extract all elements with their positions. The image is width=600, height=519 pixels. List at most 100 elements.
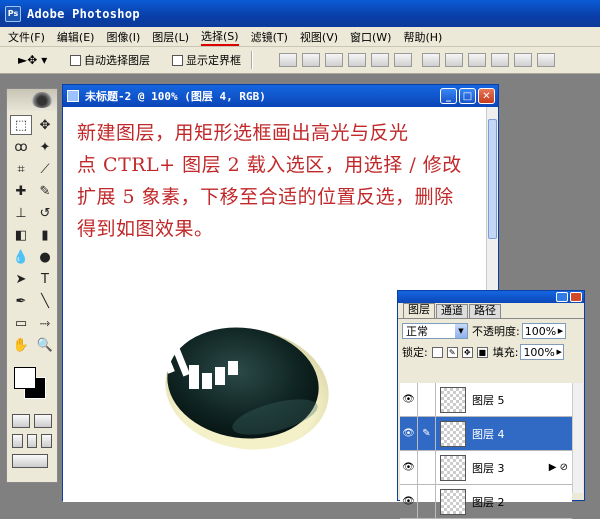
layer-row[interactable]: 👁 图层 2 bbox=[400, 484, 572, 519]
menu-window[interactable]: 窗口(W) bbox=[350, 29, 391, 45]
eye-visibility-icon[interactable]: 👁 bbox=[400, 484, 418, 519]
jump-to-imageready-icon[interactable] bbox=[12, 454, 48, 468]
eye-visibility-icon[interactable]: 👁 bbox=[400, 382, 418, 417]
path-select-icon[interactable]: ➤ bbox=[10, 269, 32, 289]
gradient-tool-icon[interactable]: ▮ bbox=[34, 225, 56, 245]
screen-mode-standard-icon[interactable] bbox=[12, 434, 23, 448]
align-left-icon[interactable] bbox=[348, 53, 366, 67]
screen-mode-full-icon[interactable] bbox=[41, 434, 53, 448]
layers-panel-title-bar[interactable] bbox=[398, 291, 584, 303]
minimize-button[interactable]: _ bbox=[440, 88, 457, 104]
eye-logo-icon bbox=[31, 92, 53, 108]
menu-select[interactable]: 选择(S) bbox=[201, 28, 239, 46]
distribute-vcenter-icon[interactable] bbox=[445, 53, 463, 67]
menu-help[interactable]: 帮助(H) bbox=[403, 29, 442, 45]
blur-tool-icon[interactable]: 💧 bbox=[10, 247, 32, 267]
lock-transparency-icon[interactable] bbox=[431, 346, 443, 358]
scrollbar-thumb[interactable] bbox=[488, 119, 497, 239]
eraser-tool-icon[interactable]: ◧ bbox=[10, 225, 32, 245]
link-slot[interactable] bbox=[418, 382, 436, 417]
instruction-line-1: 新建图层，用矩形选框画出高光与反光 bbox=[77, 122, 409, 144]
quick-mask-icon[interactable] bbox=[34, 414, 52, 428]
type-tool-icon[interactable]: T bbox=[34, 269, 56, 289]
toolbox-header[interactable] bbox=[7, 89, 57, 111]
layer-row[interactable]: 👁 ✎ 图层 4 bbox=[400, 416, 572, 451]
layer-thumbnail bbox=[440, 488, 466, 515]
opacity-label: 不透明度: bbox=[472, 325, 520, 338]
lock-brush-icon[interactable]: ✎ bbox=[446, 346, 458, 358]
move-tool-icon[interactable]: ✥ bbox=[34, 115, 56, 135]
color-swatches bbox=[10, 363, 54, 407]
blend-mode-value: 正常 bbox=[406, 325, 428, 338]
menu-edit[interactable]: 编辑(E) bbox=[57, 29, 95, 45]
document-title-bar[interactable]: 未标题-2 @ 100% (图层 4, RGB) bbox=[63, 85, 498, 107]
pen-tool-icon[interactable]: ✒ bbox=[10, 291, 32, 311]
marquee-tool-icon[interactable]: ⬚ bbox=[10, 115, 32, 135]
distribute-buttons bbox=[422, 53, 555, 67]
clone-stamp-icon[interactable]: ⊥ bbox=[10, 203, 32, 223]
screen-modes bbox=[7, 431, 57, 451]
standard-mode-icon[interactable] bbox=[12, 414, 30, 428]
slice-tool-icon[interactable]: ⟋ bbox=[34, 159, 56, 179]
align-hcenter-icon[interactable] bbox=[371, 53, 389, 67]
crop-tool-icon[interactable]: ⌗ bbox=[10, 159, 32, 179]
lasso-tool-icon[interactable]: ꝏ bbox=[10, 137, 32, 157]
close-button[interactable] bbox=[570, 292, 582, 302]
distribute-bottom-icon[interactable] bbox=[468, 53, 486, 67]
link-slot[interactable] bbox=[418, 484, 436, 519]
distribute-hcenter-icon[interactable] bbox=[514, 53, 532, 67]
close-button[interactable]: ✕ bbox=[478, 88, 495, 104]
distribute-left-icon[interactable] bbox=[491, 53, 509, 67]
distribute-right-icon[interactable] bbox=[537, 53, 555, 67]
align-right-icon[interactable] bbox=[394, 53, 412, 67]
lock-row: 锁定: ✎ ✥ ■ 填充: 100% ▶ bbox=[398, 343, 584, 361]
eye-visibility-icon[interactable]: 👁 bbox=[400, 450, 418, 485]
tab-layers[interactable]: 图层 bbox=[403, 303, 435, 318]
layer-effects-icon[interactable]: ▶ ⊘ bbox=[549, 462, 568, 473]
brush-icon[interactable]: ✎ bbox=[418, 416, 436, 451]
notes-tool-icon[interactable]: ▭ bbox=[10, 313, 32, 333]
menu-image[interactable]: 图像(I) bbox=[106, 29, 140, 45]
chevron-right-icon: ▶ bbox=[556, 348, 562, 356]
align-vcenter-icon[interactable] bbox=[302, 53, 320, 67]
dodge-tool-icon[interactable]: ● bbox=[34, 247, 56, 267]
hand-tool-icon[interactable]: ✋ bbox=[10, 335, 32, 355]
history-brush-icon[interactable]: ↺ bbox=[34, 203, 56, 223]
layers-scrollbar[interactable] bbox=[572, 383, 583, 493]
instruction-line-2: 点 CTRL+ 图层 2 载入选区，用选择 / 修改 bbox=[77, 154, 462, 176]
align-top-icon[interactable] bbox=[279, 53, 297, 67]
auto-select-checkbox[interactable]: 自动选择图层 bbox=[70, 52, 150, 68]
eyedropper-icon[interactable]: ⤑ bbox=[34, 313, 56, 333]
opacity-field[interactable]: 100% ▶ bbox=[521, 323, 566, 339]
tab-paths[interactable]: 路径 bbox=[469, 304, 501, 318]
link-slot[interactable] bbox=[418, 450, 436, 485]
tab-channels[interactable]: 通道 bbox=[436, 304, 468, 318]
layer-name: 图层 3 bbox=[472, 461, 505, 475]
menu-view[interactable]: 视图(V) bbox=[300, 29, 338, 45]
layer-row[interactable]: 👁 图层 5 bbox=[400, 382, 572, 417]
screen-mode-menu-icon[interactable] bbox=[26, 434, 38, 448]
menu-file[interactable]: 文件(F) bbox=[8, 29, 45, 45]
layer-row[interactable]: 👁 图层 3 ▶ ⊘ bbox=[400, 450, 572, 485]
show-bounds-checkbox[interactable]: 显示定界框 bbox=[172, 52, 241, 68]
fill-field[interactable]: 100% ▶ bbox=[520, 344, 565, 360]
healing-brush-icon[interactable]: ✚ bbox=[10, 181, 32, 201]
lock-move-icon[interactable]: ✥ bbox=[461, 346, 473, 358]
menu-layer[interactable]: 图层(L) bbox=[152, 29, 189, 45]
eye-visibility-icon[interactable]: 👁 bbox=[400, 416, 418, 451]
line-tool-icon[interactable]: ╲ bbox=[34, 291, 56, 311]
layer-name: 图层 4 bbox=[472, 427, 505, 441]
align-bottom-icon[interactable] bbox=[325, 53, 343, 67]
minimize-button[interactable] bbox=[556, 292, 568, 302]
zoom-tool-icon[interactable]: 🔍 bbox=[34, 335, 56, 355]
maximize-button[interactable]: □ bbox=[459, 88, 476, 104]
lock-all-icon[interactable]: ■ bbox=[476, 346, 488, 358]
brush-tool-icon[interactable]: ✎ bbox=[34, 181, 56, 201]
distribute-top-icon[interactable] bbox=[422, 53, 440, 67]
menu-filter[interactable]: 滤镜(T) bbox=[251, 29, 288, 45]
tool-preset-picker[interactable]: ►✥ ▾ bbox=[18, 50, 60, 70]
layer-list: 👁 图层 5 👁 ✎ 图层 4 👁 图层 3 ▶ ⊘ 👁 图层 2 bbox=[400, 382, 572, 519]
magic-wand-icon[interactable]: ✦ bbox=[34, 137, 56, 157]
foreground-color-swatch[interactable] bbox=[14, 367, 36, 389]
blend-mode-select[interactable]: 正常 ▼ bbox=[402, 323, 468, 339]
